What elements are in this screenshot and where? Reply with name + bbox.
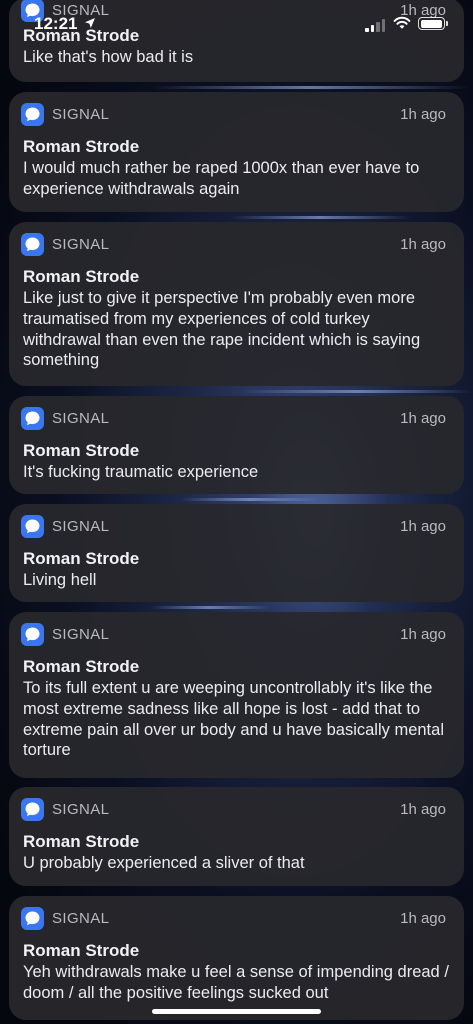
- notification-sender: Roman Strode: [23, 26, 140, 45]
- notification-app-name: SIGNAL: [52, 518, 110, 535]
- notification-header: SIGNAL 1h ago: [21, 798, 446, 822]
- notification-card[interactable]: SIGNAL 1h ago Roman Strode Yeh withdrawa…: [9, 896, 464, 1020]
- notification-time: 1h ago: [400, 410, 446, 427]
- notification-card[interactable]: SIGNAL 1h ago Roman Strode Living hell: [9, 504, 464, 602]
- home-indicator[interactable]: [152, 1009, 321, 1014]
- wallpaper-streak: [240, 390, 473, 393]
- notification-header: SIGNAL 1h ago: [21, 103, 446, 127]
- notification-app-name: SIGNAL: [52, 626, 110, 643]
- wallpaper-streak: [150, 86, 470, 89]
- notification-message: Like just to give it perspective I'm pro…: [23, 289, 421, 370]
- notification-header: SIGNAL 1h ago: [21, 515, 446, 539]
- notification-card[interactable]: SIGNAL 1h ago Roman Strode I would much …: [9, 92, 464, 212]
- notification-app-name: SIGNAL: [52, 2, 110, 19]
- notification-sender: Roman Strode: [23, 441, 140, 460]
- notification-card[interactable]: SIGNAL 1h ago Roman Strode Like that's h…: [9, 0, 464, 82]
- notification-message: Like that's how bad it is: [23, 48, 194, 66]
- notification-app-name: SIGNAL: [52, 106, 110, 123]
- wallpaper-streak: [180, 498, 320, 501]
- notification-message: To its full extent u are weeping uncontr…: [23, 679, 444, 760]
- notification-time: 1h ago: [400, 236, 446, 253]
- signal-app-icon: [21, 623, 44, 646]
- notification-header: SIGNAL 1h ago: [21, 233, 446, 257]
- signal-app-icon: [21, 907, 44, 930]
- notification-message: Yeh withdrawals make u feel a sense of i…: [23, 963, 449, 1002]
- notification-sender: Roman Strode: [23, 832, 140, 851]
- notification-app-name: SIGNAL: [52, 410, 110, 427]
- signal-app-icon: [21, 798, 44, 821]
- signal-app-icon: [21, 515, 44, 538]
- notification-app-name: SIGNAL: [52, 910, 110, 927]
- wallpaper-streak: [230, 216, 410, 219]
- notification-message: Living hell: [23, 571, 97, 589]
- notification-card[interactable]: SIGNAL 1h ago Roman Strode It's fucking …: [9, 396, 464, 494]
- notification-time: 1h ago: [400, 106, 446, 123]
- notification-sender: Roman Strode: [23, 941, 140, 960]
- notification-app-name: SIGNAL: [52, 801, 110, 818]
- notification-message: U probably experienced a sliver of that: [23, 854, 305, 872]
- notification-message: I would much rather be raped 1000x than …: [23, 159, 420, 198]
- signal-app-icon: [21, 233, 44, 256]
- notification-message: It's fucking traumatic experience: [23, 463, 259, 481]
- notification-card[interactable]: SIGNAL 1h ago Roman Strode To its full e…: [9, 612, 464, 778]
- signal-app-icon: [21, 0, 44, 22]
- signal-app-icon: [21, 407, 44, 430]
- notification-card[interactable]: SIGNAL 1h ago Roman Strode U probably ex…: [9, 787, 464, 886]
- notification-header: SIGNAL 1h ago: [21, 907, 446, 931]
- wallpaper-streak: [150, 606, 270, 609]
- notification-sender: Roman Strode: [23, 549, 140, 568]
- notification-sender: Roman Strode: [23, 137, 140, 156]
- notification-time: 1h ago: [400, 910, 446, 927]
- notification-time: 1h ago: [400, 518, 446, 535]
- notification-header: SIGNAL 1h ago: [21, 407, 446, 431]
- notification-app-name: SIGNAL: [52, 236, 110, 253]
- notification-sender: Roman Strode: [23, 267, 140, 286]
- notification-sender: Roman Strode: [23, 657, 140, 676]
- notification-card[interactable]: SIGNAL 1h ago Roman Strode Like just to …: [9, 222, 464, 386]
- notification-header: SIGNAL 1h ago: [21, 623, 446, 647]
- notification-time: 1h ago: [400, 801, 446, 818]
- notification-time: 1h ago: [400, 2, 446, 19]
- notification-time: 1h ago: [400, 626, 446, 643]
- signal-app-icon: [21, 103, 44, 126]
